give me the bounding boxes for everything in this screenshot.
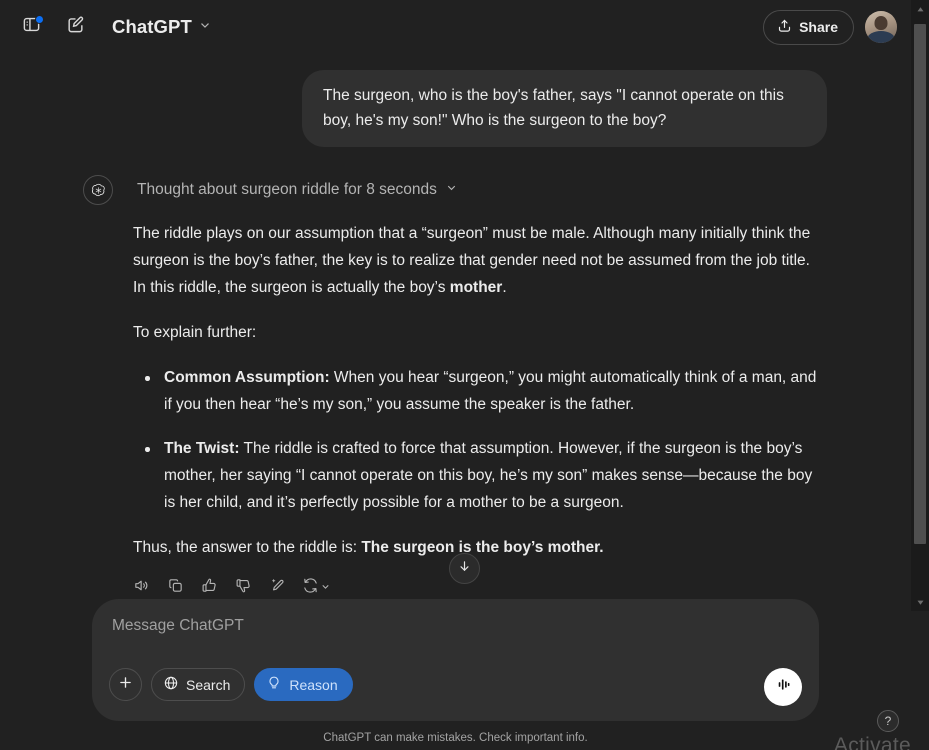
bullet-2-text: The riddle is crafted to force that assu… xyxy=(164,440,813,511)
search-toggle-label: Search xyxy=(186,676,231,693)
list-item: Common Assumption: When you hear “surgeo… xyxy=(133,364,821,418)
user-message-row: The surgeon, who is the boy's father, sa… xyxy=(0,54,911,147)
chevron-down-icon xyxy=(445,181,458,199)
explanation-list: Common Assumption: When you hear “surgeo… xyxy=(133,364,821,516)
copy-icon xyxy=(167,577,184,595)
page-title: ChatGPT xyxy=(112,16,192,37)
assistant-header-row: Thought about surgeon riddle for 8 secon… xyxy=(0,175,911,205)
conclusion-text: Thus, the answer to the riddle is: xyxy=(133,539,362,556)
edit-sparkle-icon xyxy=(269,577,286,595)
composer-toolbar: Search Reason xyxy=(109,668,802,701)
message-input[interactable]: Message ChatGPT xyxy=(109,617,802,635)
response-paragraph-2: To explain further: xyxy=(133,324,257,341)
regenerate-icon xyxy=(302,577,319,595)
regenerate-button[interactable] xyxy=(297,573,335,594)
disclaimer-text: ChatGPT can make mistakes. Check importa… xyxy=(323,732,588,744)
paragraph-1-text-b: . xyxy=(502,279,507,296)
thumbs-up-button[interactable] xyxy=(195,573,224,594)
chatgpt-app-window: ChatGPT Share The surgeon, who is the bo… xyxy=(0,0,929,750)
scrollbar-thumb[interactable] xyxy=(914,24,926,544)
paragraph-1-bold: mother xyxy=(449,279,503,296)
scroll-to-bottom-button[interactable] xyxy=(449,553,480,584)
reasoning-summary-toggle[interactable]: Thought about surgeon riddle for 8 secon… xyxy=(133,179,462,201)
lightbulb-icon xyxy=(266,675,282,694)
conclusion-bold: The surgeon is the boy’s mother. xyxy=(361,539,604,556)
avatar-head xyxy=(874,16,888,30)
read-aloud-button[interactable] xyxy=(127,573,156,594)
reason-toggle-label: Reason xyxy=(289,676,338,693)
globe-icon xyxy=(163,675,179,694)
search-toggle-button[interactable]: Search xyxy=(151,668,246,701)
conversation-scroll-area[interactable]: The surgeon, who is the boy's father, sa… xyxy=(0,54,911,594)
thumbs-down-button[interactable] xyxy=(229,573,258,594)
assistant-message-block: Thought about surgeon riddle for 8 secon… xyxy=(0,147,911,594)
voice-waveform-icon xyxy=(774,675,793,699)
user-message-bubble: The surgeon, who is the boy's father, sa… xyxy=(302,70,827,147)
list-item: The Twist: The riddle is crafted to forc… xyxy=(133,435,821,516)
bullet-2-lead: The Twist: xyxy=(164,440,240,457)
voice-mode-button[interactable] xyxy=(764,668,802,706)
reason-toggle-button[interactable]: Reason xyxy=(254,668,353,701)
scrollbar-up-arrow[interactable] xyxy=(911,0,929,18)
response-paragraph-1: The riddle plays on our assumption that … xyxy=(133,220,821,301)
vertical-scrollbar[interactable] xyxy=(911,0,929,750)
copy-button[interactable] xyxy=(161,573,190,594)
chevron-down-icon xyxy=(198,18,212,37)
new-chat-button[interactable] xyxy=(58,10,92,44)
new-chat-icon xyxy=(66,15,85,39)
edit-in-canvas-button[interactable] xyxy=(263,573,292,594)
app-header: ChatGPT Share xyxy=(0,0,911,54)
help-button[interactable]: ? xyxy=(877,710,899,732)
plus-icon xyxy=(117,674,134,696)
thumbs-down-icon xyxy=(235,577,252,595)
header-left-group: ChatGPT xyxy=(14,10,220,44)
header-right-group: Share xyxy=(763,9,897,45)
thumbs-up-icon xyxy=(201,577,218,595)
bullet-1-lead: Common Assumption: xyxy=(164,369,330,386)
scrollbar-track[interactable] xyxy=(911,18,929,593)
openai-logo-icon xyxy=(83,175,113,205)
avatar[interactable] xyxy=(865,11,897,43)
assistant-response-body: The riddle plays on our assumption that … xyxy=(0,205,911,561)
share-upload-icon xyxy=(777,18,792,36)
notification-dot xyxy=(35,15,44,24)
response-conclusion: Thus, the answer to the riddle is: The s… xyxy=(133,534,821,561)
scrollbar-down-arrow[interactable] xyxy=(911,593,929,611)
composer-region: Message ChatGPT Search Reason ChatGPT ca… xyxy=(0,599,911,750)
chevron-down-icon xyxy=(320,579,331,595)
read-aloud-icon xyxy=(133,577,150,595)
share-button-label: Share xyxy=(799,19,838,35)
model-switcher[interactable]: ChatGPT xyxy=(106,12,220,42)
share-button[interactable]: Share xyxy=(763,9,854,45)
arrow-down-icon xyxy=(457,559,472,579)
scrollbar-lower-filler xyxy=(911,611,929,750)
message-composer[interactable]: Message ChatGPT Search Reason xyxy=(92,599,819,721)
sidebar-toggle-button[interactable] xyxy=(14,10,48,44)
avatar-body xyxy=(867,31,895,43)
attach-button[interactable] xyxy=(109,668,142,701)
reasoning-summary-label: Thought about surgeon riddle for 8 secon… xyxy=(137,181,437,198)
